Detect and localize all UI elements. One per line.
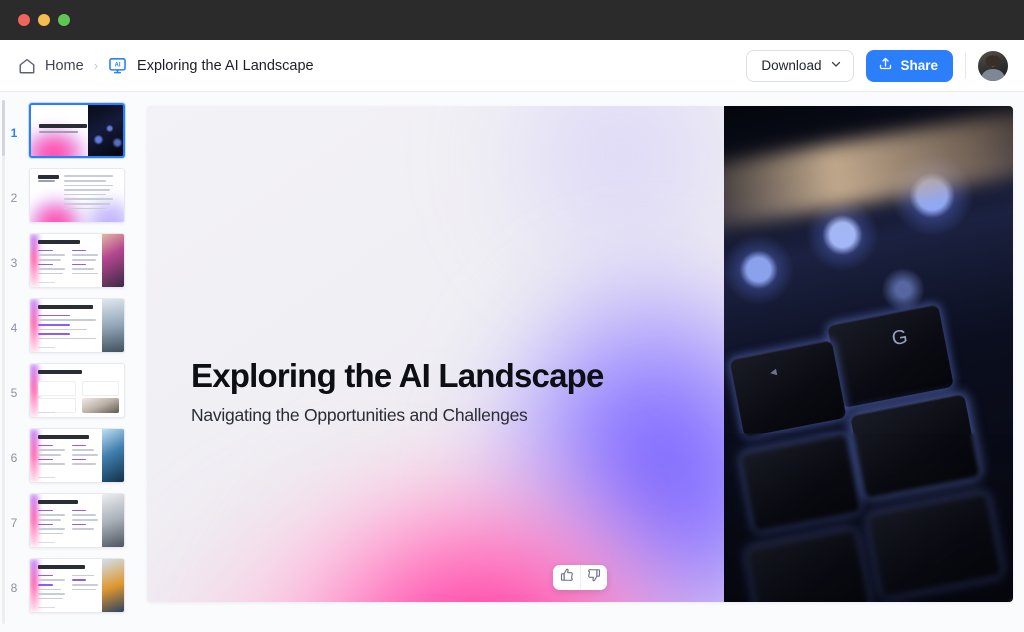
lilac-glow xyxy=(481,106,724,295)
chevron-down-icon xyxy=(830,57,842,75)
slide-text-block: Exploring the AI Landscape Navigating th… xyxy=(191,357,604,426)
slide-thumbnail-1[interactable]: 1 xyxy=(0,103,136,158)
home-icon xyxy=(18,57,36,75)
slide-preview-5[interactable] xyxy=(29,363,125,418)
breadcrumb-document-label: Exploring the AI Landscape xyxy=(137,57,314,74)
ai-presentation-icon: AI xyxy=(108,56,127,75)
slide-hero-image: G ◂ xyxy=(724,106,1013,602)
breadcrumb-home-label: Home xyxy=(45,57,84,74)
keyboard-key xyxy=(826,304,954,409)
image-blur-overlay xyxy=(724,433,1013,602)
window-titlebar xyxy=(0,0,1024,40)
slide-number-5: 5 xyxy=(10,386,18,400)
rail-scrollbar-track[interactable] xyxy=(2,100,5,624)
slide-preview-7[interactable] xyxy=(29,493,125,548)
thumbs-down-button[interactable] xyxy=(580,565,607,590)
user-avatar[interactable] xyxy=(978,50,1008,81)
slide-number-4: 4 xyxy=(10,321,18,335)
slide-thumbnail-2[interactable]: 2 xyxy=(0,168,136,223)
upload-icon xyxy=(878,56,893,76)
slide-thumbnail-5[interactable]: 5 xyxy=(0,363,136,418)
slide-preview-4[interactable] xyxy=(29,298,125,353)
slide-preview-3[interactable] xyxy=(29,233,125,288)
slide-canvas: Exploring the AI Landscape Navigating th… xyxy=(136,92,1024,632)
slide-thumbnail-rail[interactable]: 1 2 3 4 5 6 7 8 xyxy=(0,92,136,632)
slide-preview-2[interactable] xyxy=(29,168,125,223)
slide-number-2: 2 xyxy=(10,191,18,205)
feedback-toolbar xyxy=(553,565,607,590)
workspace: 1 2 3 4 5 6 7 8 Exploring the AI Landsca… xyxy=(0,92,1024,632)
slide-preview-1[interactable] xyxy=(29,103,125,158)
slide-thumbnail-3[interactable]: 3 xyxy=(0,233,136,288)
slide-thumbnail-4[interactable]: 4 xyxy=(0,298,136,353)
download-button-label: Download xyxy=(761,58,822,73)
app-header: Home › AI Exploring the AI Landscape Dow… xyxy=(0,40,1024,92)
window-maximize-button[interactable] xyxy=(58,14,70,26)
keyboard-edge-highlight xyxy=(724,106,1013,233)
breadcrumb-separator: › xyxy=(93,58,99,73)
slide-preview-6[interactable] xyxy=(29,428,125,483)
slide-number-7: 7 xyxy=(10,516,18,530)
slide-thumbnail-8[interactable]: 8 xyxy=(0,558,136,613)
slide-number-6: 6 xyxy=(10,451,18,465)
header-divider xyxy=(965,52,966,79)
thumbs-up-icon xyxy=(560,568,574,587)
slide-subtitle: Navigating the Opportunities and Challen… xyxy=(191,404,528,425)
breadcrumb-document[interactable]: AI Exploring the AI Landscape xyxy=(108,56,314,75)
thumbs-up-button[interactable] xyxy=(553,565,580,590)
window-close-button[interactable] xyxy=(18,14,30,26)
breadcrumb-home[interactable]: Home xyxy=(18,57,84,75)
slide-preview-8[interactable] xyxy=(29,558,125,613)
slide-number-8: 8 xyxy=(10,581,18,595)
window-minimize-button[interactable] xyxy=(38,14,50,26)
share-button-label: Share xyxy=(900,58,938,73)
header-actions: Download Share xyxy=(746,49,1008,82)
slide-number-3: 3 xyxy=(10,256,18,270)
slide-thumbnail-6[interactable]: 6 xyxy=(0,428,136,483)
download-button[interactable]: Download xyxy=(746,49,855,82)
share-button[interactable]: Share xyxy=(866,49,953,82)
slide-content-pane: Exploring the AI Landscape Navigating th… xyxy=(147,106,724,602)
rail-scrollbar-thumb[interactable] xyxy=(2,100,5,156)
svg-text:AI: AI xyxy=(115,63,121,69)
thumbs-down-icon xyxy=(587,568,601,587)
keyboard-key xyxy=(728,339,847,438)
slide-number-1: 1 xyxy=(10,126,18,140)
breadcrumb: Home › AI Exploring the AI Landscape xyxy=(18,56,746,75)
active-slide[interactable]: Exploring the AI Landscape Navigating th… xyxy=(147,106,1013,602)
slide-title: Exploring the AI Landscape xyxy=(191,357,604,394)
slide-thumbnail-7[interactable]: 7 xyxy=(0,493,136,548)
